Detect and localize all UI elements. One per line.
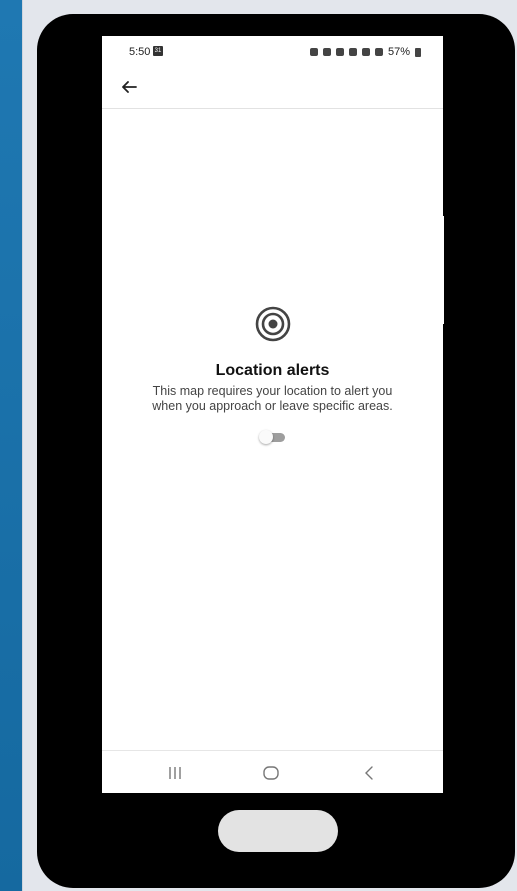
app-bar (102, 66, 443, 109)
status-bar: 5:50 31 57% (102, 36, 443, 66)
wifi-icon (361, 48, 370, 56)
recents-button[interactable] (163, 763, 187, 783)
section-description: This map requires your location to alert… (152, 384, 393, 413)
back-nav-button[interactable] (358, 763, 382, 783)
status-time: 5:50 (129, 46, 151, 58)
alarm-icon (309, 48, 318, 56)
toggle-thumb (258, 430, 273, 444)
calendar-icon: 31 (153, 46, 163, 56)
home-nav-button[interactable] (259, 763, 283, 783)
battery-percent: 57% (387, 46, 410, 58)
recents-icon (169, 767, 181, 779)
location-alerts-section: Location alerts This map requires your l… (102, 306, 443, 444)
desktop-background (0, 0, 22, 891)
section-title: Location alerts (215, 362, 330, 379)
back-chevron-icon (365, 766, 373, 780)
location-pin-icon (348, 48, 357, 56)
system-navigation-bar (102, 750, 443, 793)
phone-screen: 5:50 31 57% Location alerts This map req… (102, 36, 443, 793)
device-home-button[interactable] (218, 810, 338, 852)
signal-icon (374, 48, 383, 56)
target-icon (255, 306, 290, 342)
status-icons: 57% (309, 46, 421, 58)
bluetooth-icon (322, 48, 331, 56)
home-icon (263, 766, 279, 780)
arrow-left-icon (122, 81, 137, 93)
mute-icon (335, 48, 344, 56)
location-alerts-toggle[interactable] (258, 430, 287, 444)
back-button[interactable] (116, 74, 142, 100)
battery-icon (415, 47, 421, 57)
